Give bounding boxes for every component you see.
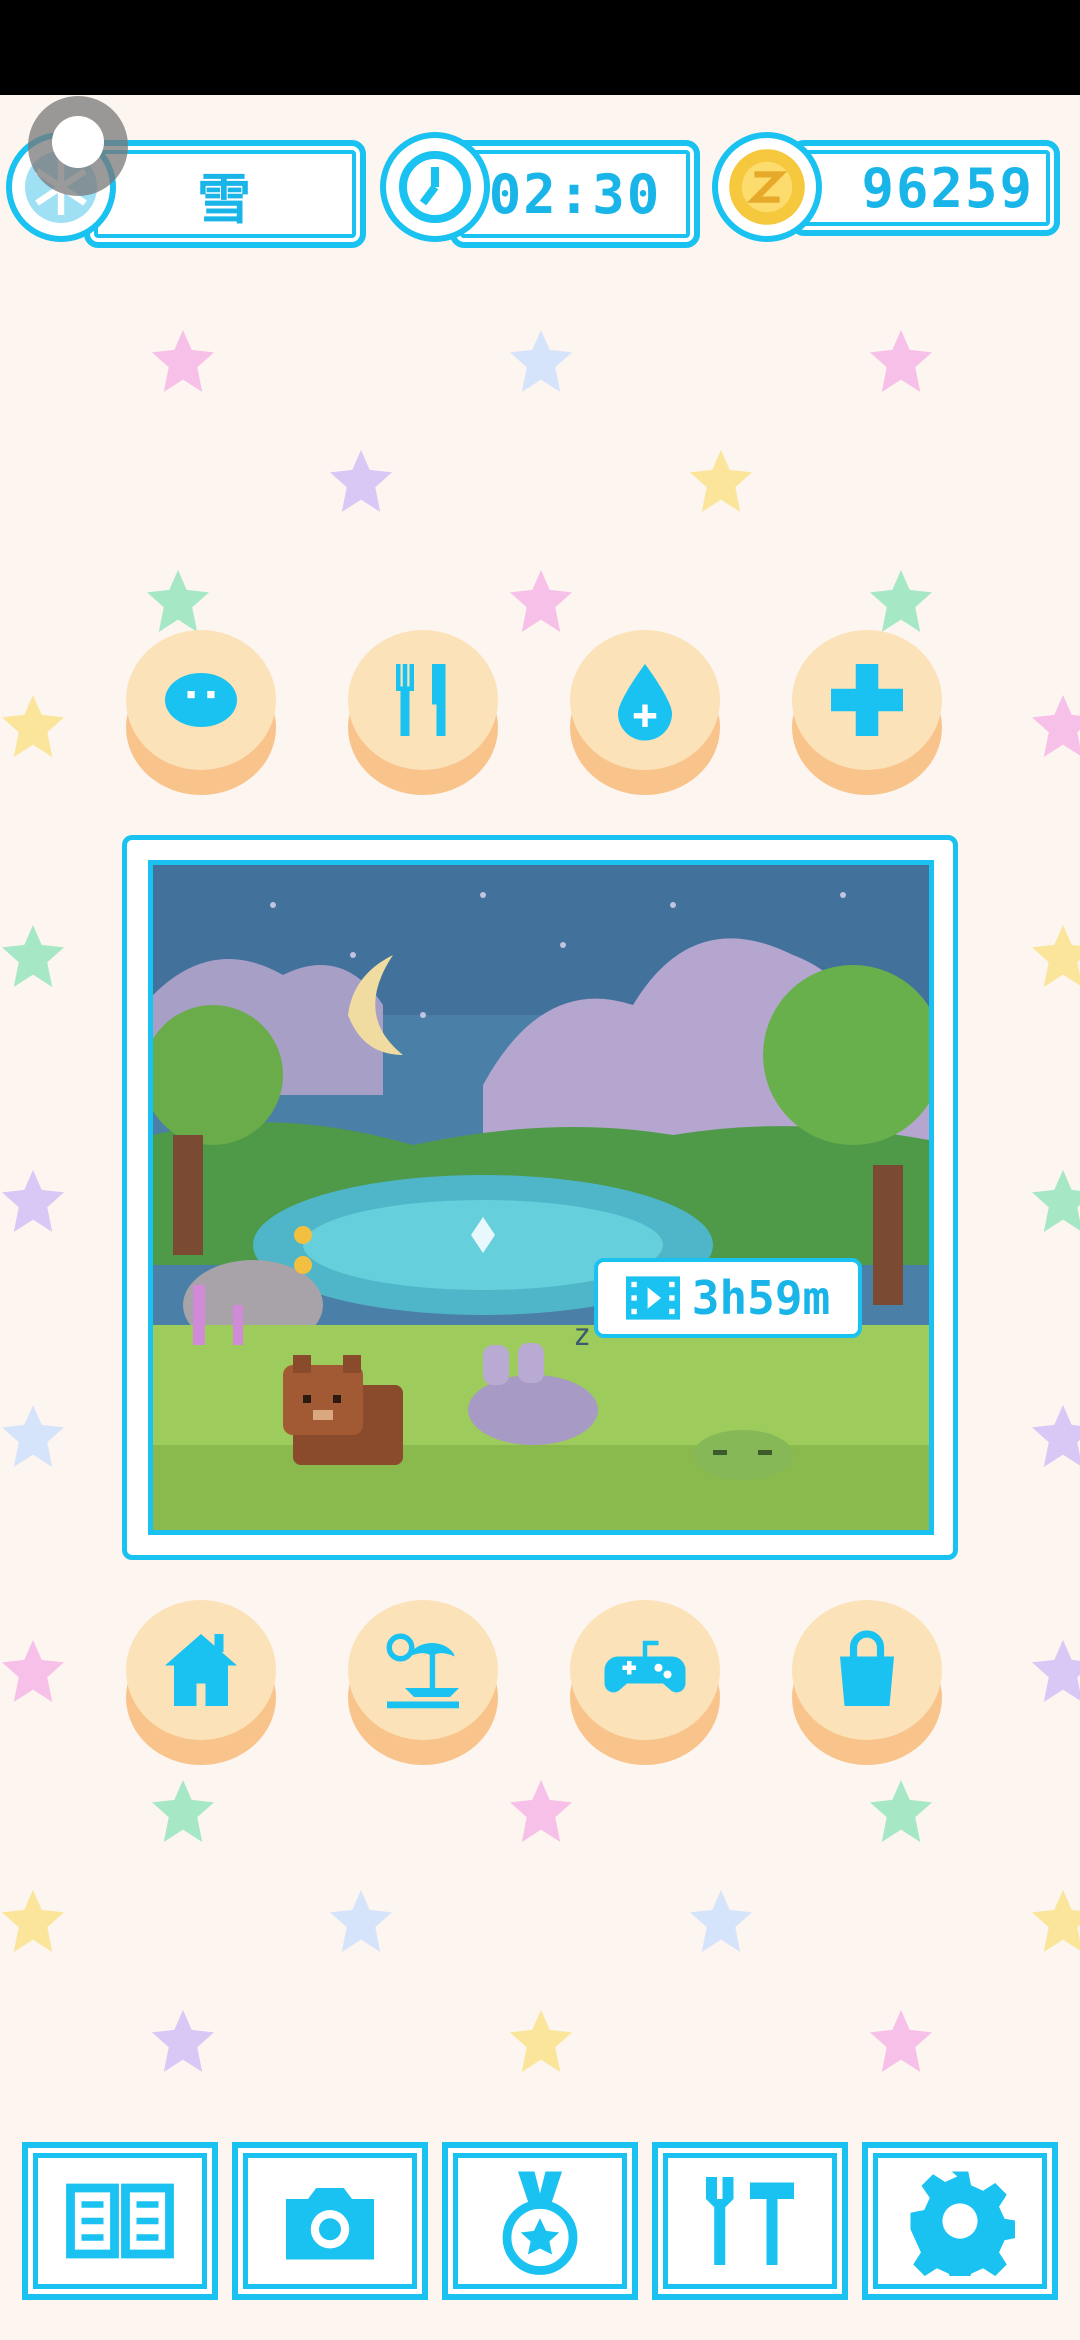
star-icon	[328, 450, 394, 512]
film-icon	[625, 1276, 680, 1320]
medal-button[interactable]	[442, 2142, 638, 2300]
star-icon	[1030, 1640, 1080, 1702]
coin-icon	[712, 132, 822, 242]
timer-text: 3h59m	[691, 1271, 831, 1325]
star-icon	[150, 330, 216, 392]
camera-button[interactable]	[232, 2142, 428, 2300]
book-button[interactable]	[22, 2142, 218, 2300]
star-icon	[145, 570, 211, 632]
star-icon	[508, 570, 574, 632]
status-bar	[0, 0, 1080, 95]
star-icon	[508, 330, 574, 392]
star-icon	[868, 330, 934, 392]
tools-icon	[706, 2177, 794, 2265]
gear-icon	[910, 2171, 1015, 2276]
heal-button[interactable]	[792, 630, 942, 800]
medal-icon	[502, 2171, 578, 2275]
video-ad-timer-button[interactable]: 3h59m	[594, 1258, 862, 1338]
sleep-mark: z	[573, 1318, 591, 1353]
star-icon	[0, 1170, 66, 1232]
water-button[interactable]	[570, 630, 720, 800]
shop-button[interactable]	[792, 1600, 942, 1770]
night-forest-illustration: z	[153, 865, 929, 1530]
settings-button[interactable]	[862, 2142, 1058, 2300]
outing-button[interactable]	[348, 1600, 498, 1770]
star-icon	[1030, 1405, 1080, 1467]
fork-knife-icon	[396, 664, 446, 736]
screen-record-indicator[interactable]	[28, 96, 128, 196]
star-icon	[868, 570, 934, 632]
star-icon	[328, 1890, 394, 1952]
star-icon	[1030, 925, 1080, 987]
star-icon	[150, 1780, 216, 1842]
star-icon	[0, 1640, 66, 1702]
book-icon	[66, 2183, 174, 2259]
star-icon	[508, 1780, 574, 1842]
coins-panel: 96259	[712, 132, 1078, 250]
star-icon	[0, 695, 66, 757]
clock-panel: 02:30	[380, 132, 700, 250]
star-icon	[0, 1405, 66, 1467]
star-icon	[688, 1890, 754, 1952]
star-icon	[0, 1890, 66, 1952]
chat-button[interactable]	[126, 630, 276, 800]
star-icon	[150, 2010, 216, 2072]
pet-scene[interactable]: z	[148, 860, 934, 1535]
tools-button[interactable]	[652, 2142, 848, 2300]
water-drop-icon	[618, 664, 672, 741]
clock-icon	[380, 132, 490, 242]
play-button[interactable]	[570, 1600, 720, 1770]
star-icon	[868, 1780, 934, 1842]
star-icon	[508, 2010, 574, 2072]
star-icon	[1030, 695, 1080, 757]
bubble-icon	[165, 673, 237, 727]
coin-count: 96259	[790, 140, 1060, 236]
gamepad-icon	[604, 1640, 686, 1693]
star-icon	[0, 925, 66, 987]
bag-icon	[840, 1630, 894, 1706]
house-icon	[165, 1634, 237, 1706]
plus-icon	[831, 664, 903, 736]
star-icon	[1030, 1890, 1080, 1952]
star-icon	[1030, 1170, 1080, 1232]
home-button[interactable]	[126, 1600, 276, 1770]
feed-button[interactable]	[348, 630, 498, 800]
frog-pet[interactable]	[693, 1430, 793, 1480]
star-icon	[868, 2010, 934, 2072]
camera-icon	[286, 2188, 374, 2260]
island-icon	[386, 1633, 459, 1709]
star-icon	[688, 450, 754, 512]
